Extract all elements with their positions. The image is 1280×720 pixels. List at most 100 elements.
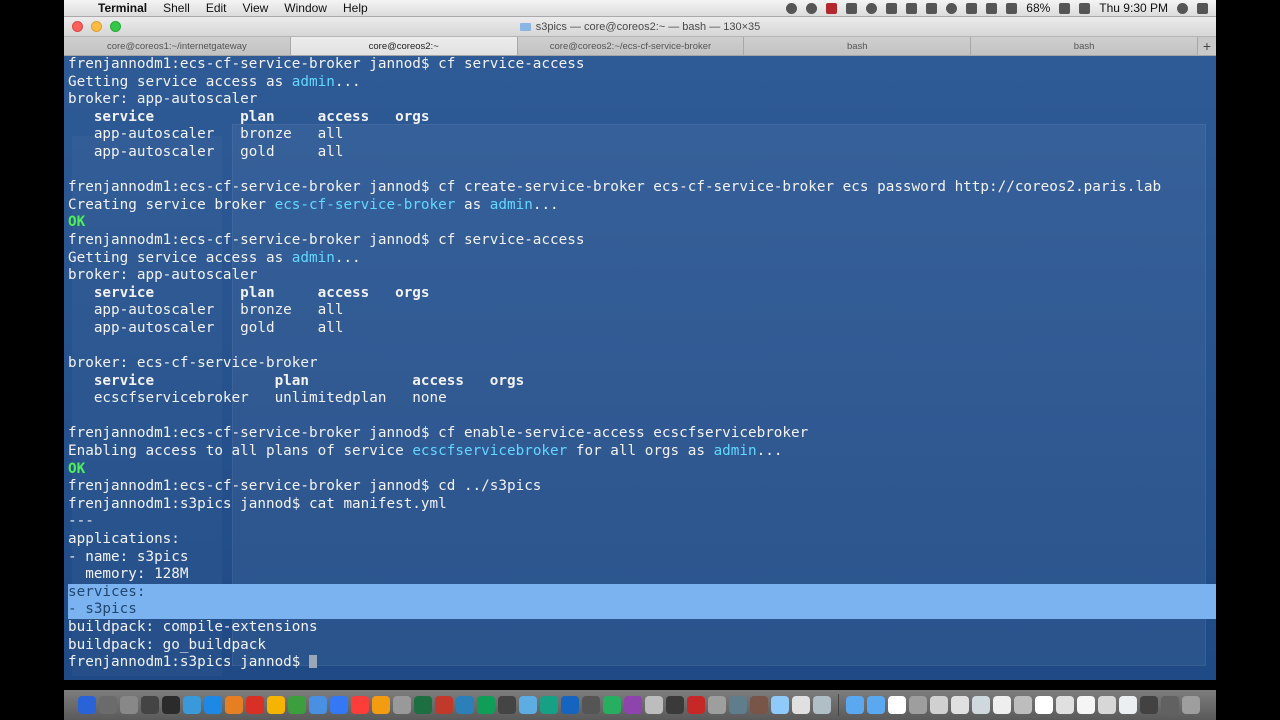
- dock-app-icon[interactable]: [750, 696, 768, 714]
- dock-document-icon[interactable]: [1161, 696, 1179, 714]
- flag-icon[interactable]: [1079, 2, 1091, 14]
- dock-app-icon[interactable]: [204, 696, 222, 714]
- dock-app-icon[interactable]: [372, 696, 390, 714]
- terminal-line: Creating service broker ecs-cf-service-b…: [68, 197, 1212, 215]
- dock-app-icon[interactable]: [288, 696, 306, 714]
- dock-app-icon[interactable]: [309, 696, 327, 714]
- terminal-text: ...: [334, 249, 361, 266]
- terminal-line: frenjannodm1:s3pics jannod$ cat manifest…: [68, 496, 1212, 514]
- terminal-text: frenjannodm1:ecs-cf-service-broker janno…: [68, 231, 585, 248]
- terminal-line: frenjannodm1:ecs-cf-service-broker janno…: [68, 478, 1212, 496]
- tab-bash-2[interactable]: bash: [971, 37, 1198, 55]
- terminal-output[interactable]: frenjannodm1:ecs-cf-service-broker janno…: [64, 56, 1216, 680]
- menu-app-name[interactable]: Terminal: [90, 1, 155, 15]
- dock-app-icon[interactable]: [813, 696, 831, 714]
- title-bar[interactable]: s3pics — core@coreos2:~ — bash — 130×35: [64, 17, 1216, 37]
- terminal-text: app-autoscaler bronze all: [68, 126, 344, 143]
- dropbox-icon[interactable]: [786, 2, 798, 14]
- volume-icon[interactable]: [1006, 2, 1018, 14]
- dock-document-icon[interactable]: [1140, 696, 1158, 714]
- menu-shell[interactable]: Shell: [155, 1, 198, 15]
- dock-app-icon[interactable]: [582, 696, 600, 714]
- dock-app-icon[interactable]: [267, 696, 285, 714]
- dock-document-icon[interactable]: [1119, 696, 1137, 714]
- dock-app-icon[interactable]: [645, 696, 663, 714]
- sync-icon[interactable]: [806, 2, 818, 14]
- dock-app-icon[interactable]: [771, 696, 789, 714]
- dock-document-icon[interactable]: [888, 696, 906, 714]
- dock-app-icon[interactable]: [78, 696, 96, 714]
- lock-icon[interactable]: [966, 2, 978, 14]
- dock-app-icon[interactable]: [456, 696, 474, 714]
- dock-document-icon[interactable]: [867, 696, 885, 714]
- dock-document-icon[interactable]: [846, 696, 864, 714]
- terminal-text: ecscfservicebroker unlimitedplan none: [68, 390, 447, 407]
- menu-window[interactable]: Window: [276, 1, 335, 15]
- zoom-button[interactable]: [110, 21, 121, 32]
- dock-app-icon[interactable]: [393, 696, 411, 714]
- close-button[interactable]: [72, 21, 83, 32]
- trash-icon[interactable]: [1182, 696, 1200, 714]
- dock-document-icon[interactable]: [951, 696, 969, 714]
- app-status-icon[interactable]: [826, 2, 838, 14]
- wifi-icon[interactable]: [946, 2, 958, 14]
- dock-app-icon[interactable]: [99, 696, 117, 714]
- dock-app-icon[interactable]: [729, 696, 747, 714]
- dock-app-icon[interactable]: [498, 696, 516, 714]
- dock-document-icon[interactable]: [993, 696, 1011, 714]
- bell-icon[interactable]: [866, 2, 878, 14]
- dock-document-icon[interactable]: [1077, 696, 1095, 714]
- dock-app-icon[interactable]: [435, 696, 453, 714]
- dock-app-icon[interactable]: [540, 696, 558, 714]
- new-tab-button[interactable]: +: [1198, 37, 1216, 55]
- dock-app-icon[interactable]: [666, 696, 684, 714]
- battery-percent[interactable]: 68%: [1026, 1, 1050, 15]
- terminal-line: app-autoscaler bronze all: [68, 126, 1212, 144]
- dock-app-icon[interactable]: [603, 696, 621, 714]
- battery-icon[interactable]: [1059, 2, 1071, 14]
- tab-coreos2-ecs-cf-service-broker[interactable]: core@coreos2:~/ecs-cf-service-broker: [517, 37, 745, 55]
- dock-app-icon[interactable]: [792, 696, 810, 714]
- dock-document-icon[interactable]: [1014, 696, 1032, 714]
- dock-document-icon[interactable]: [1098, 696, 1116, 714]
- dock-document-icon[interactable]: [909, 696, 927, 714]
- dock-app-icon[interactable]: [225, 696, 243, 714]
- dock-document-icon[interactable]: [1056, 696, 1074, 714]
- notification-center-icon[interactable]: [1197, 2, 1208, 14]
- bluetooth-icon[interactable]: [986, 2, 998, 14]
- dock-app-icon[interactable]: [519, 696, 537, 714]
- tab-bash-1[interactable]: bash: [744, 37, 972, 55]
- tab-coreos1-internetgateway[interactable]: core@coreos1:~/internetgateway: [64, 37, 291, 55]
- terminal-line: service plan access orgs: [68, 373, 1212, 391]
- screen-icon[interactable]: [886, 2, 898, 14]
- menu-view[interactable]: View: [235, 1, 277, 15]
- clock[interactable]: Thu 9:30 PM: [1099, 1, 1168, 15]
- tab-coreos2-home[interactable]: core@coreos2:~: [290, 37, 518, 55]
- notification-icon[interactable]: [846, 2, 858, 14]
- dock-app-icon[interactable]: [624, 696, 642, 714]
- dock-app-icon[interactable]: [351, 696, 369, 714]
- dock-document-icon[interactable]: [930, 696, 948, 714]
- terminal-text: broker: app-autoscaler: [68, 91, 258, 108]
- dock-app-icon[interactable]: [561, 696, 579, 714]
- menu-edit[interactable]: Edit: [198, 1, 235, 15]
- dock-app-icon[interactable]: [330, 696, 348, 714]
- dock-app-icon[interactable]: [162, 696, 180, 714]
- dock-app-icon[interactable]: [687, 696, 705, 714]
- spotlight-search-icon[interactable]: [1177, 2, 1188, 14]
- dock-app-icon[interactable]: [141, 696, 159, 714]
- dock-app-icon[interactable]: [246, 696, 264, 714]
- dock-app-icon[interactable]: [183, 696, 201, 714]
- shield-icon[interactable]: [906, 2, 918, 14]
- dock-app-icon[interactable]: [414, 696, 432, 714]
- dock-document-icon[interactable]: [972, 696, 990, 714]
- dock-app-icon[interactable]: [708, 696, 726, 714]
- terminal-text: as: [455, 196, 490, 213]
- folder-icon: [519, 22, 531, 31]
- menu-help[interactable]: Help: [335, 1, 376, 15]
- drive-icon[interactable]: [926, 2, 938, 14]
- minimize-button[interactable]: [91, 21, 102, 32]
- dock-app-icon[interactable]: [120, 696, 138, 714]
- dock-document-icon[interactable]: [1035, 696, 1053, 714]
- dock-app-icon[interactable]: [477, 696, 495, 714]
